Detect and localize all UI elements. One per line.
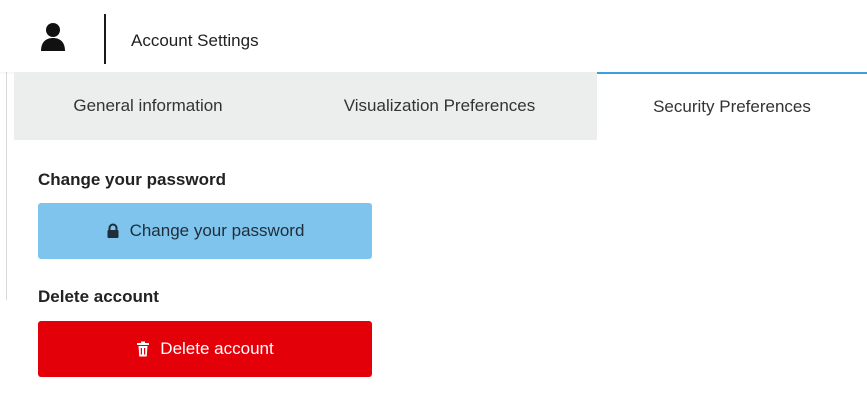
account-settings-header: Account Settings: [0, 0, 867, 72]
change-password-label: Change your password: [129, 221, 305, 240]
tab-general-information[interactable]: General information: [14, 72, 282, 140]
user-icon: [39, 22, 67, 52]
delete-account-heading: Delete account: [38, 287, 159, 306]
header-divider: [104, 14, 106, 64]
settings-tabs: General information Visualization Prefer…: [14, 72, 867, 140]
page-title: Account Settings: [131, 31, 259, 50]
delete-account-button[interactable]: Delete account: [38, 321, 372, 377]
trash-icon: [136, 341, 150, 357]
change-password-button[interactable]: Change your password: [38, 203, 372, 259]
tab-security-preferences[interactable]: Security Preferences: [597, 72, 867, 140]
tab-visualization-preferences[interactable]: Visualization Preferences: [282, 72, 597, 140]
delete-account-label: Delete account: [160, 339, 274, 358]
change-password-heading: Change your password: [38, 170, 226, 189]
lock-icon: [106, 223, 120, 239]
